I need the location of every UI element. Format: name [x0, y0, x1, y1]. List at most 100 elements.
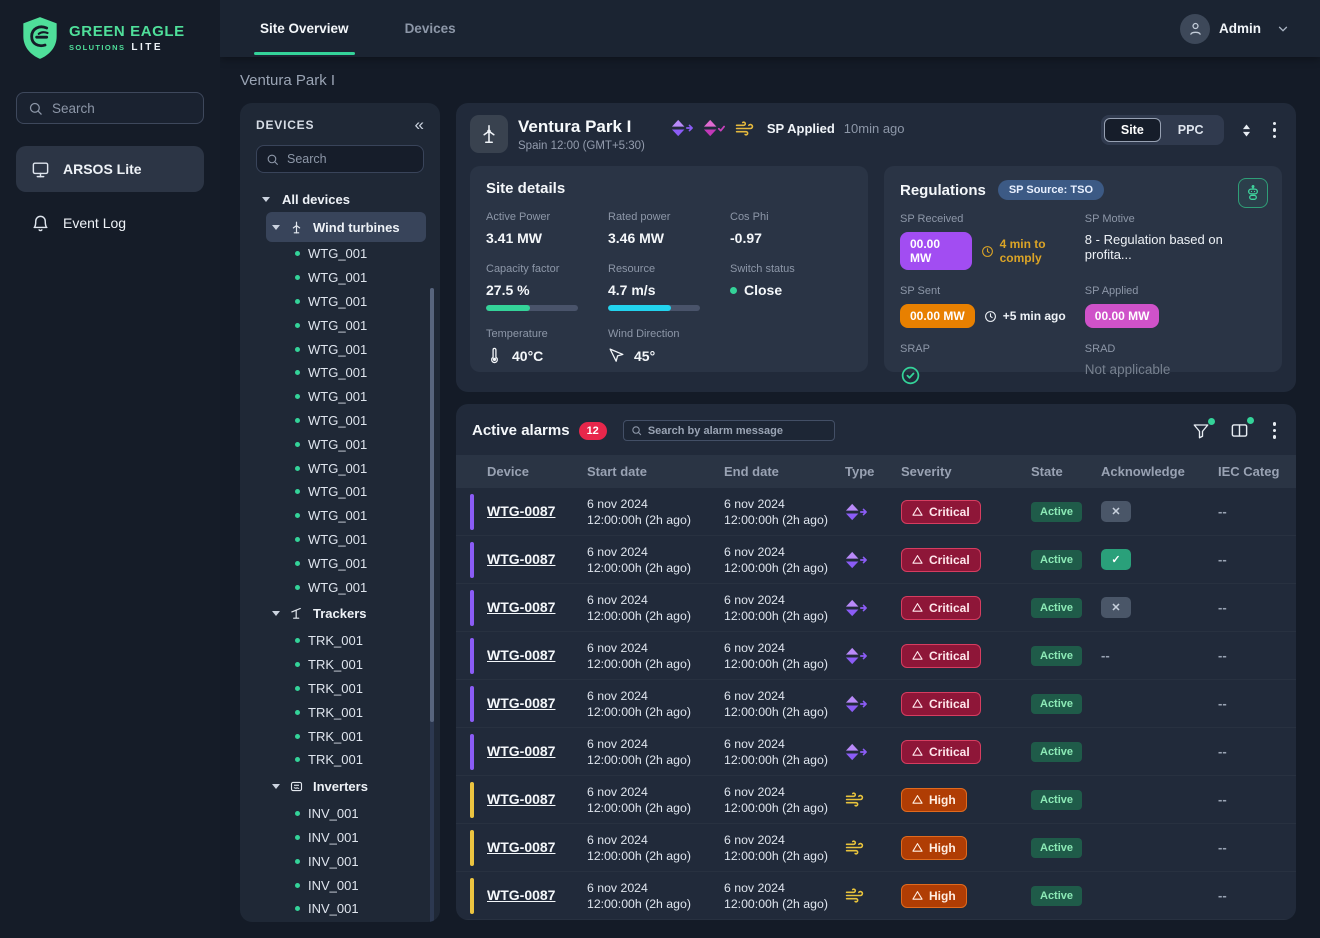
- device-link[interactable]: WTG-0087: [487, 887, 555, 903]
- tree-group-inverters[interactable]: Inverters: [266, 772, 426, 802]
- tree-device-item[interactable]: INV_001: [240, 826, 440, 850]
- tree-scrollbar-thumb[interactable]: [430, 288, 434, 722]
- tree-device-item[interactable]: WTG_001: [240, 432, 440, 456]
- tab-devices[interactable]: Devices: [399, 0, 462, 57]
- toggle-option-ppc[interactable]: PPC: [1161, 118, 1221, 142]
- device-label: TRK_001: [308, 633, 363, 648]
- tree-device-item[interactable]: WTG_001: [240, 409, 440, 433]
- tree-device-item[interactable]: INV_001: [240, 897, 440, 921]
- brand-name: GREEN EAGLE: [69, 23, 185, 40]
- device-status-dot: [295, 299, 300, 304]
- tree-device-item[interactable]: TRK_001: [240, 748, 440, 772]
- tree-group-trackers[interactable]: Trackers: [266, 599, 426, 629]
- tree-root-label: All devices: [282, 192, 350, 207]
- tree-group-wind-turbines[interactable]: Wind turbines: [266, 212, 426, 242]
- acknowledge-check-button[interactable]: ✓: [1101, 549, 1131, 570]
- sidebar-item-label: ARSOS Lite: [63, 161, 142, 177]
- severity-badge: High: [901, 836, 967, 860]
- alarm-search-input[interactable]: [648, 425, 827, 437]
- kebab-menu-icon[interactable]: [1269, 120, 1281, 141]
- start-date: 6 nov 202412:00:00h (2h ago): [587, 688, 724, 720]
- column-header[interactable]: State: [1031, 464, 1101, 479]
- column-header[interactable]: Start date: [587, 464, 724, 479]
- acknowledge-x-button[interactable]: ✕: [1101, 597, 1131, 618]
- severity-badge: Critical: [901, 644, 981, 668]
- tree-device-item[interactable]: WTG_001: [240, 385, 440, 409]
- device-label: WTG_001: [308, 532, 367, 547]
- tree-device-item[interactable]: WTG_001: [240, 361, 440, 385]
- tree-device-item[interactable]: WTG_001: [240, 504, 440, 528]
- device-label: TRK_001: [308, 729, 363, 744]
- device-link[interactable]: WTG-0087: [487, 743, 555, 759]
- sidebar-item-event-log[interactable]: Event Log: [16, 200, 204, 246]
- tree-device-item[interactable]: WTG_001: [240, 480, 440, 504]
- devices-search-input[interactable]: [287, 152, 414, 166]
- tree-root-all-devices[interactable]: All devices: [240, 186, 440, 212]
- tree-device-item[interactable]: WTG_001: [240, 242, 440, 266]
- tree-device-item[interactable]: TRK_001: [240, 724, 440, 748]
- tree-device-item[interactable]: WTG_001: [240, 456, 440, 480]
- collapse-panel-icon[interactable]: «: [415, 116, 424, 133]
- page-title: Ventura Park I: [240, 72, 335, 89]
- device-status-dot: [295, 370, 300, 375]
- devices-panel: DEVICES « All devices Wind turbines WTG_…: [240, 103, 440, 922]
- tree-scrollbar[interactable]: [430, 288, 434, 922]
- tree-device-item[interactable]: WTG_001: [240, 575, 440, 599]
- sidebar-item-arsos-lite[interactable]: ARSOS Lite: [16, 146, 204, 192]
- device-label: INV_001: [308, 901, 359, 916]
- wind-type-icon: [845, 886, 901, 905]
- clock-icon: [981, 245, 994, 258]
- devices-search[interactable]: [256, 145, 424, 173]
- column-header[interactable]: Device: [487, 464, 587, 479]
- columns-icon[interactable]: [1230, 421, 1249, 440]
- tree-device-item[interactable]: TRK_001: [240, 677, 440, 701]
- tree-device-item[interactable]: WTG_001: [240, 313, 440, 337]
- sidebar-search[interactable]: [16, 92, 204, 124]
- filter-icon[interactable]: [1192, 422, 1210, 440]
- state-badge: Active: [1031, 790, 1082, 810]
- device-link[interactable]: WTG-0087: [487, 791, 555, 807]
- severity-badge: High: [901, 884, 967, 908]
- device-link[interactable]: WTG-0087: [487, 647, 555, 663]
- alarm-search[interactable]: [623, 420, 835, 441]
- device-link[interactable]: WTG-0087: [487, 839, 555, 855]
- column-header[interactable]: End date: [724, 464, 845, 479]
- user-name: Admin: [1219, 21, 1261, 36]
- device-link[interactable]: WTG-0087: [487, 551, 555, 567]
- tree-device-item[interactable]: WTG_001: [240, 551, 440, 575]
- column-header[interactable]: Type: [845, 464, 901, 479]
- device-status-dot: [295, 835, 300, 840]
- tree-device-item[interactable]: TRK_001: [240, 700, 440, 724]
- wind-type-icon: [845, 838, 901, 857]
- tree-device-item[interactable]: TRK_001: [240, 629, 440, 653]
- tree-device-item[interactable]: INV_001: [240, 849, 440, 873]
- tree-device-item[interactable]: WTG_001: [240, 528, 440, 552]
- toggle-option-site[interactable]: Site: [1104, 118, 1161, 142]
- kebab-menu-icon[interactable]: [1269, 420, 1281, 441]
- user-menu[interactable]: Admin: [1180, 14, 1320, 44]
- device-link[interactable]: WTG-0087: [487, 503, 555, 519]
- sent-time-note: +5 min ago: [984, 309, 1066, 323]
- sidebar-search-input[interactable]: [52, 101, 192, 116]
- tree-device-item[interactable]: WTG_001: [240, 266, 440, 290]
- tree-device-item[interactable]: INV_001: [240, 873, 440, 897]
- column-header[interactable]: Acknowledge: [1101, 464, 1218, 479]
- column-header[interactable]: IEC Categ: [1218, 464, 1296, 479]
- tree-device-item[interactable]: TRK_001: [240, 653, 440, 677]
- thermometer-icon: [486, 347, 503, 364]
- tab-site-overview[interactable]: Site Overview: [254, 0, 355, 57]
- column-header[interactable]: Severity: [901, 464, 1031, 479]
- sort-icon[interactable]: [1238, 122, 1255, 139]
- tree-device-item[interactable]: WTG_001: [240, 337, 440, 361]
- device-link[interactable]: WTG-0087: [487, 695, 555, 711]
- caret-down-icon: [272, 225, 280, 230]
- robot-automation-button[interactable]: [1238, 178, 1268, 208]
- metric-temperature: Temperature 40°C: [486, 328, 608, 364]
- severity-accent-bar: [470, 638, 474, 674]
- tree-device-item[interactable]: INV_001: [240, 802, 440, 826]
- device-link[interactable]: WTG-0087: [487, 599, 555, 615]
- tree-device-item[interactable]: WTG_001: [240, 290, 440, 314]
- acknowledge-x-button[interactable]: ✕: [1101, 501, 1131, 522]
- device-status-dot: [295, 585, 300, 590]
- tree-group-label: Trackers: [313, 606, 367, 621]
